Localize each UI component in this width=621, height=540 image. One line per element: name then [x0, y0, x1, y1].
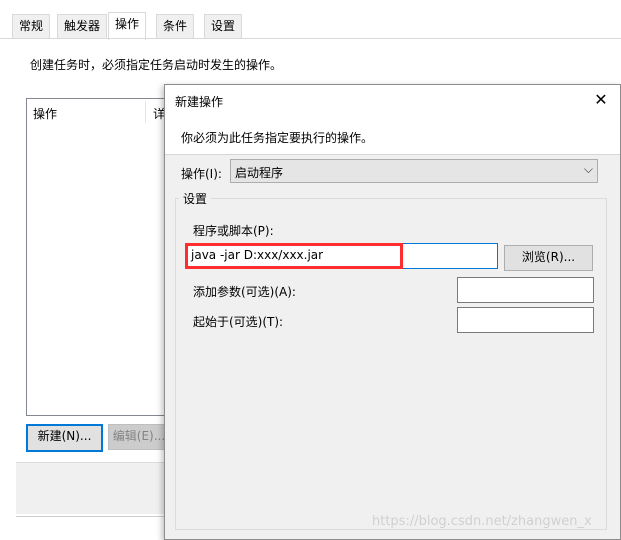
tab-triggers[interactable]: 触发器: [57, 14, 108, 39]
column-separator[interactable]: [145, 101, 146, 123]
settings-group-title: 设置: [179, 190, 212, 207]
column-header-action[interactable]: 操作: [33, 105, 57, 122]
tab-general[interactable]: 常规: [12, 14, 51, 39]
tab-actions[interactable]: 操作: [108, 12, 147, 40]
action-type-value: 启动程序: [235, 166, 284, 180]
tab-conditions[interactable]: 条件: [156, 14, 195, 39]
new-action-dialog: 新建操作 ✕ 你必须为此任务指定要执行的操作。 操作(I): 启动程序 ⌵ 设置…: [164, 84, 621, 540]
tab-settings[interactable]: 设置: [204, 14, 243, 39]
close-icon[interactable]: ✕: [587, 88, 615, 112]
highlight-annotation: [185, 243, 403, 269]
edit-action-button[interactable]: 编辑(E)...: [108, 424, 170, 450]
action-type-dropdown[interactable]: 启动程序 ⌵: [230, 159, 598, 183]
actions-list[interactable]: 操作 详: [26, 98, 176, 416]
bottom-panel: [16, 462, 166, 514]
tab-divider: [0, 38, 621, 39]
bottom-divider: [16, 516, 166, 517]
dialog-instruction: 你必须为此任务指定要执行的操作。: [181, 131, 374, 145]
browse-button[interactable]: 浏览(R)...: [504, 245, 593, 271]
arguments-input[interactable]: [457, 277, 594, 303]
action-type-label: 操作(I):: [181, 167, 222, 181]
start-in-label: 起始于(可选)(T):: [193, 315, 284, 329]
new-action-button[interactable]: 新建(N)...: [26, 424, 103, 452]
dialog-titlebar: [165, 85, 620, 115]
start-in-input[interactable]: [457, 307, 594, 333]
dialog-title: 新建操作: [175, 95, 224, 109]
watermark: https://blog.csdn.net/zhangwen_x: [372, 514, 592, 529]
program-label: 程序或脚本(P):: [193, 224, 274, 238]
chevron-down-icon: ⌵: [583, 162, 593, 176]
tab-strip: 常规 触发器 操作 条件 设置: [0, 0, 621, 40]
actions-description: 创建任务时，必须指定任务启动时发生的操作。: [30, 58, 283, 72]
arguments-label: 添加参数(可选)(A):: [193, 285, 296, 299]
